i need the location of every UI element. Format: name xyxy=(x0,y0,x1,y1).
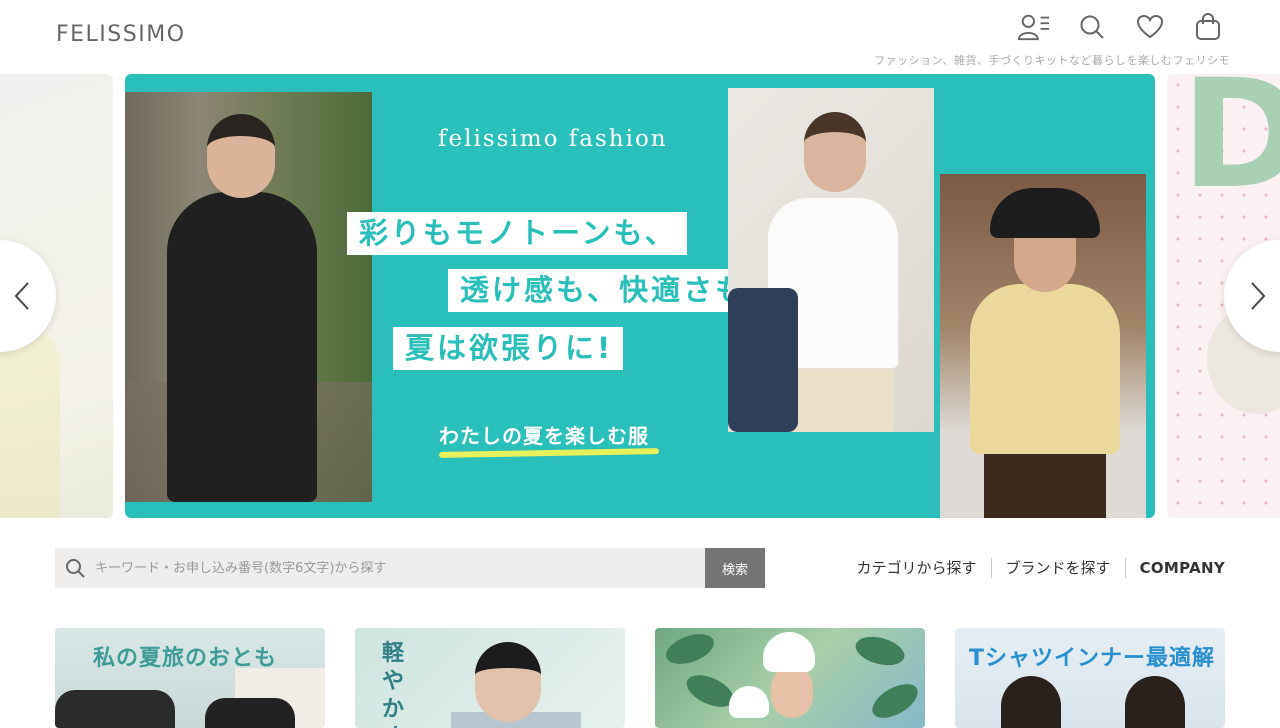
hero-sub-underline xyxy=(438,448,660,458)
site-header: FELISSIMO ファッション、雑貨、手づくりキットなど暮らしを楽しむフェリシ… xyxy=(0,0,1280,74)
card-title: Tシャツインナー最適解 xyxy=(969,646,1216,671)
carousel-current-slide[interactable]: felissimo fashion 彩りもモノトーンも、 透け感も、快適さも。 … xyxy=(125,74,1155,518)
card-title: 私の夏旅のおとも xyxy=(93,646,278,671)
account-menu-icon[interactable] xyxy=(1018,12,1050,42)
hero-carousel: felissimo fashion 彩りもモノトーンも、 透け感も、快適さも。 … xyxy=(0,74,1280,518)
feature-card-tshirt-inner[interactable]: Tシャツインナー最適解 xyxy=(955,628,1225,728)
model-photo-white-top xyxy=(728,88,934,432)
heart-icon[interactable] xyxy=(1134,12,1166,42)
browse-nav: カテゴリから探す ブランドを探す COMPANY xyxy=(843,558,1225,578)
bear-hat xyxy=(763,632,815,672)
site-tagline: ファッション、雑貨、手づくりキットなど暮らしを楽しむフェリシモ xyxy=(874,54,1230,67)
feature-card-bear-hats[interactable] xyxy=(655,628,925,728)
search-box xyxy=(55,548,705,588)
bear-hat-small xyxy=(729,686,769,718)
company-link[interactable]: COMPANY xyxy=(1124,558,1225,578)
cart-bag-icon[interactable] xyxy=(1192,12,1224,42)
hero-copy-line-1: 彩りもモノトーンも、 xyxy=(347,212,687,255)
card-vertical-title: 軽やかオ xyxy=(381,641,404,728)
hero-sub-copy: わたしの夏を楽しむ服 xyxy=(439,424,649,448)
browse-categories-link[interactable]: カテゴリから探す xyxy=(843,558,991,578)
site-logo[interactable]: FELISSIMO xyxy=(56,22,186,47)
hero-brand-title: felissimo fashion xyxy=(438,126,668,152)
hero-copy-line-3: 夏は欲張りに! xyxy=(393,327,624,370)
search-button[interactable]: 検索 xyxy=(705,548,765,588)
search-input[interactable] xyxy=(95,560,695,576)
search-nav-row: 検索 カテゴリから探す ブランドを探す COMPANY xyxy=(55,548,1225,588)
chevron-left-icon xyxy=(14,282,29,310)
feature-card-light-style[interactable]: 軽やかオ xyxy=(355,628,625,728)
feature-card-summer-travel[interactable]: 私の夏旅のおとも xyxy=(55,628,325,728)
chevron-right-icon xyxy=(1251,282,1266,310)
search-field-icon xyxy=(55,548,95,588)
prev-slide-garment xyxy=(0,324,60,518)
browse-brands-link[interactable]: ブランドを探す xyxy=(990,558,1125,578)
model-photo-yellow-top xyxy=(940,174,1146,518)
header-icon-bar xyxy=(1018,12,1224,42)
search-icon[interactable] xyxy=(1076,12,1108,42)
next-slide-letter: D xyxy=(1181,74,1280,222)
model-photo-black-dress xyxy=(125,92,372,502)
